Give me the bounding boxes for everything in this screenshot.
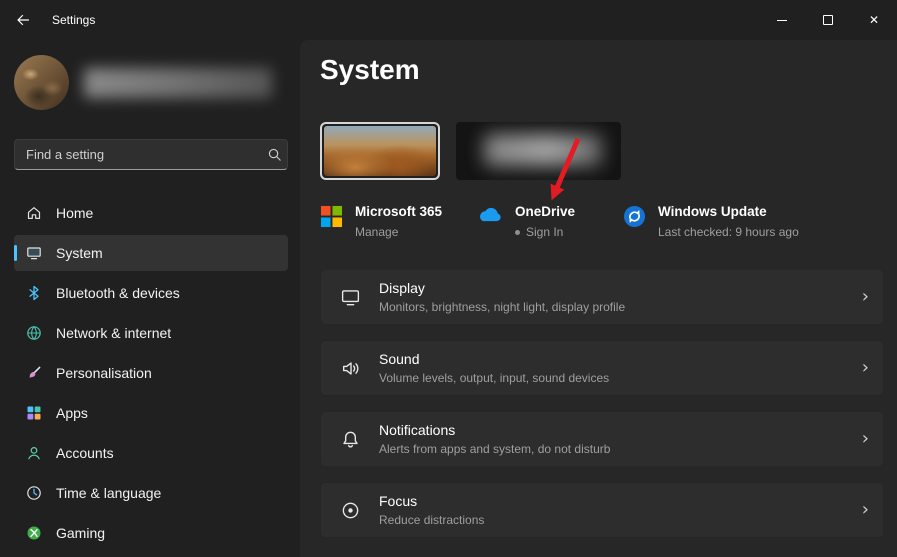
sidebar-item-home[interactable]: Home — [14, 195, 288, 231]
settings-row-notifications[interactable]: Notifications Alerts from apps and syste… — [320, 411, 884, 467]
back-button[interactable] — [6, 5, 40, 35]
sidebar-item-time-language[interactable]: Time & language — [14, 475, 288, 511]
row-subtitle: Alerts from apps and system, do not dist… — [379, 442, 611, 456]
maximize-button[interactable] — [805, 0, 851, 40]
username-redacted — [84, 67, 272, 98]
device-preview-card — [320, 122, 440, 180]
avatar — [14, 55, 69, 110]
close-icon: ✕ — [868, 13, 880, 27]
back-arrow-icon — [17, 14, 30, 26]
sidebar-item-label: Home — [56, 205, 94, 221]
minimize-button[interactable] — [759, 0, 805, 40]
personalisation-icon — [26, 365, 42, 381]
sidebar-item-bluetooth-devices[interactable]: Bluetooth & devices — [14, 275, 288, 311]
sidebar-item-label: System — [56, 245, 103, 261]
settings-row-sound[interactable]: Sound Volume levels, output, input, soun… — [320, 340, 884, 396]
accounts-icon — [26, 445, 42, 461]
window-title: Settings — [52, 13, 96, 27]
notifications-icon — [339, 428, 361, 450]
sidebar-item-personalisation[interactable]: Personalisation — [14, 355, 288, 391]
chevron-right-icon: › — [861, 428, 869, 449]
time-language-icon — [26, 485, 42, 501]
quick-card-subtitle[interactable]: Manage — [355, 225, 398, 239]
sidebar-item-gaming[interactable]: Gaming — [14, 515, 288, 551]
device-header — [320, 122, 884, 180]
quick-cards: Microsoft 365 Manage OneDrive Sign In Wi… — [320, 204, 884, 239]
close-button[interactable]: ✕ — [851, 0, 897, 40]
settings-row-focus[interactable]: Focus Reduce distractions › — [320, 482, 884, 538]
row-subtitle: Monitors, brightness, night light, displ… — [379, 300, 626, 314]
quick-card-title: OneDrive — [515, 204, 576, 219]
search-box — [14, 139, 288, 170]
quick-card-windows-update[interactable]: Windows Update Last checked: 9 hours ago — [623, 204, 799, 239]
content: Home System Bluetooth & devices — [0, 40, 897, 557]
device-name-redacted — [484, 134, 602, 166]
sound-icon — [339, 357, 361, 379]
quick-card-title: Windows Update — [658, 204, 767, 219]
microsoft-365-icon — [320, 205, 343, 228]
titlebar: Settings ✕ — [0, 0, 897, 40]
network-icon — [26, 325, 42, 341]
maximize-icon — [823, 15, 833, 25]
chevron-right-icon: › — [861, 499, 869, 520]
row-title: Focus — [379, 493, 418, 509]
onedrive-icon — [476, 205, 503, 223]
sidebar-item-label: Apps — [56, 405, 88, 421]
sidebar-nav: Home System Bluetooth & devices Network … — [14, 195, 288, 551]
row-title: Sound — [379, 351, 420, 367]
sidebar-item-system[interactable]: System — [14, 235, 288, 271]
search-icon[interactable] — [261, 147, 287, 162]
windows-update-icon — [623, 205, 646, 228]
device-wallpaper-thumbnail — [324, 126, 436, 176]
quick-card-subtitle: Last checked: 9 hours ago — [658, 225, 799, 239]
sidebar-item-label: Gaming — [56, 525, 106, 541]
settings-window: Settings ✕ Find a setting Home System Bl… — [0, 0, 897, 557]
chevron-right-icon: › — [861, 357, 869, 378]
onedrive-status-dot — [515, 229, 520, 235]
window-controls: ✕ — [759, 0, 897, 40]
sidebar-item-label: Accounts — [56, 445, 114, 461]
sidebar-item-network-internet[interactable]: Network & internet — [14, 315, 288, 351]
row-subtitle: Reduce distractions — [379, 513, 485, 527]
sidebar-item-label: Network & internet — [56, 325, 172, 341]
sidebar-item-label: Time & language — [56, 485, 162, 501]
quick-card-onedrive[interactable]: OneDrive Sign In — [476, 204, 623, 239]
sidebar-item-label: Personalisation — [56, 365, 152, 381]
settings-row-display[interactable]: Display Monitors, brightness, night ligh… — [320, 269, 884, 325]
row-title: Notifications — [379, 422, 456, 438]
bluetooth-icon — [26, 285, 42, 301]
quick-card-subtitle[interactable]: Sign In — [526, 225, 563, 239]
device-name-card — [456, 122, 621, 180]
quick-card-microsoft-365[interactable]: Microsoft 365 Manage — [320, 204, 476, 239]
page-title: System — [320, 54, 420, 85]
search-input[interactable] — [15, 140, 261, 169]
user-account-button[interactable] — [14, 55, 288, 110]
main-panel: System Microsoft 365 Manage OneDrive Sig… — [300, 40, 897, 557]
sidebar-item-accounts[interactable]: Accounts — [14, 435, 288, 471]
minimize-icon — [777, 19, 787, 21]
sidebar-item-label: Bluetooth & devices — [56, 285, 180, 301]
row-title: Display — [379, 280, 425, 296]
home-icon — [26, 205, 42, 221]
apps-icon — [26, 405, 42, 421]
display-icon — [339, 286, 361, 308]
quick-card-title: Microsoft 365 — [355, 204, 443, 219]
gaming-icon — [26, 525, 42, 541]
sidebar: Home System Bluetooth & devices — [0, 40, 300, 557]
settings-rows: Display Monitors, brightness, night ligh… — [320, 269, 884, 538]
chevron-right-icon: › — [861, 286, 869, 307]
system-icon — [26, 245, 42, 261]
focus-icon — [339, 499, 361, 521]
row-subtitle: Volume levels, output, input, sound devi… — [379, 371, 610, 385]
sidebar-item-apps[interactable]: Apps — [14, 395, 288, 431]
